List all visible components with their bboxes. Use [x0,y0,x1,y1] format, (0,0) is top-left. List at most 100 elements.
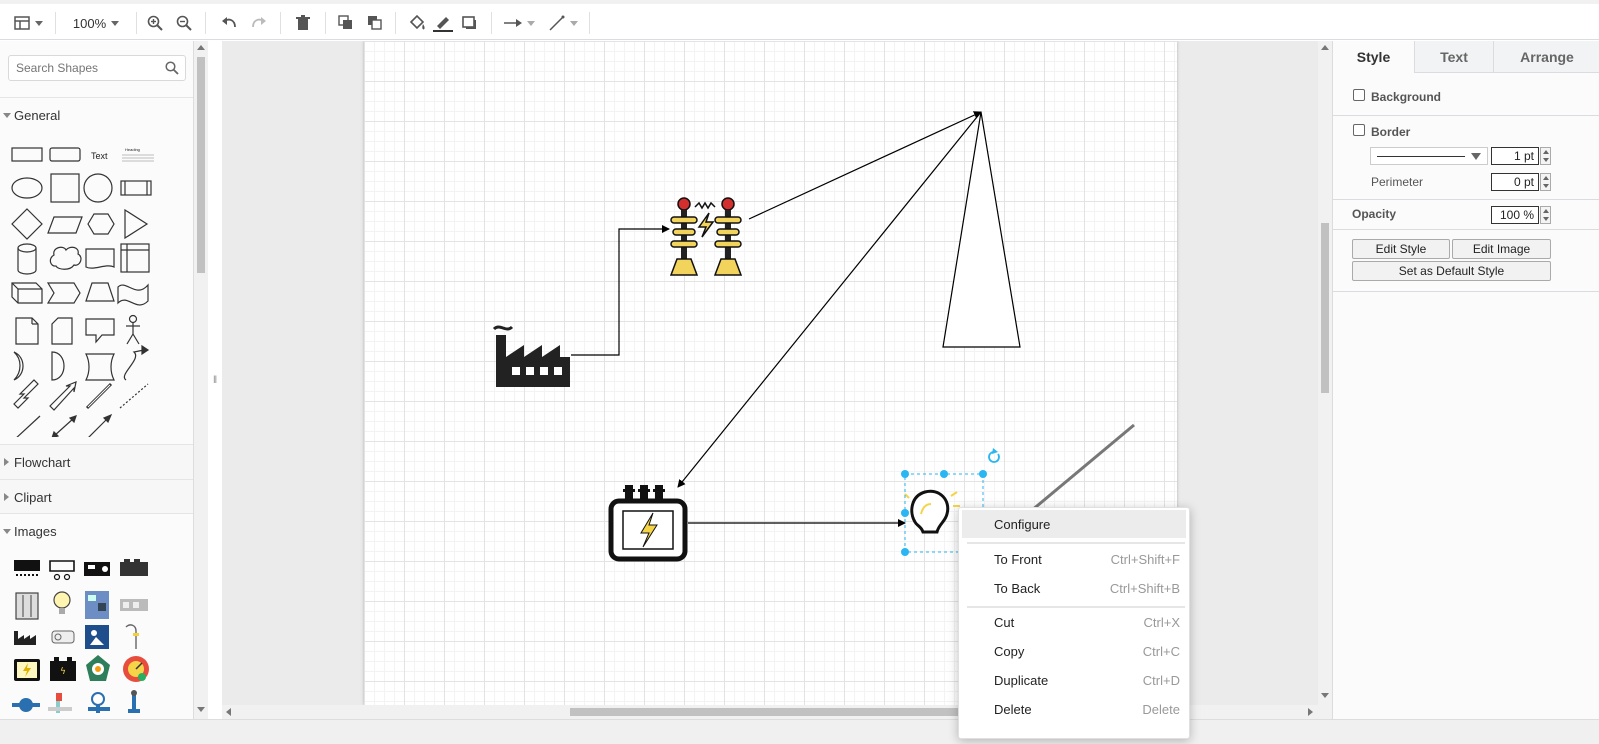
menu-item-shortcut: Ctrl+X [1143,614,1180,630]
opacity-input[interactable]: 100 % [1491,206,1539,224]
zoom-out-button[interactable] [175,10,193,36]
line-pattern-select[interactable] [1370,147,1488,165]
menu-item-shortcut: Ctrl+Shift+B [1109,580,1180,596]
connection-icon [503,19,522,27]
connector-factory-to-tower[interactable] [571,225,670,356]
vertical-scroll-thumb[interactable] [1321,223,1329,393]
border-width-input[interactable]: 1 pt [1491,147,1539,165]
border-width-stepper[interactable] [1540,147,1551,165]
menu-item-configure[interactable]: Configure [962,510,1186,538]
search-box [8,55,186,81]
undo-icon [222,17,236,28]
scroll-down-icon[interactable] [197,707,205,712]
section-flowchart-label: Flowchart [14,454,71,470]
scroll-up-icon[interactable] [1321,45,1329,50]
section-flowchart[interactable]: Flowchart [0,444,193,479]
menu-item-copy[interactable]: Copy Ctrl+C [962,637,1186,665]
background-checkbox[interactable] [1353,89,1365,101]
format-panel-toggle[interactable] [10,10,46,36]
menu-item-cut[interactable]: Cut Ctrl+X [962,608,1186,636]
expand-icon [3,113,11,118]
perimeter-input[interactable]: 0 pt [1491,173,1539,191]
vertical-scrollbar[interactable] [1318,41,1332,705]
menu-item-shortcut: Ctrl+C [1142,643,1180,659]
fill-color-button[interactable] [406,10,428,36]
scroll-left-icon[interactable] [226,708,231,716]
menu-item-label: Configure [994,516,1051,532]
light-bulb-icon[interactable] [904,489,960,534]
menu-item-shortcut: Delete [1142,701,1180,717]
border-checkbox[interactable] [1353,124,1365,136]
context-menu: Configure To Front Ctrl+Shift+F To Back … [958,507,1190,739]
horizontal-scroll-thumb[interactable] [570,708,970,716]
resize-handle [901,509,909,517]
toolbar: 100% [0,0,1599,40]
drag-handle-icon[interactable]: ‖ [213,375,217,386]
connection-style-button[interactable] [502,10,536,36]
tab-style[interactable]: Style [1333,41,1414,73]
background-label: Background [1371,90,1442,104]
menu-item-label: Cut [994,614,1015,630]
section-images[interactable]: Images [0,513,193,548]
to-back-button[interactable] [366,10,384,36]
menu-item-to-back[interactable]: To Back Ctrl+Shift+B [962,574,1186,602]
format-panel: Style Text Arrange Background Border 1 p… [1332,41,1599,719]
dragging-connector[interactable] [1024,423,1135,518]
opacity-stepper[interactable] [1540,206,1551,224]
shadow-icon [462,16,476,29]
menu-item-duplicate[interactable]: Duplicate Ctrl+D [962,666,1186,694]
search-input[interactable] [9,56,159,80]
perimeter-stepper[interactable] [1540,173,1551,191]
edit-image-button[interactable]: Edit Image [1452,239,1551,259]
waypoints-button[interactable] [546,10,580,36]
tab-arrange[interactable]: Arrange [1493,41,1599,73]
section-images-label: Images [14,523,57,539]
menu-item-delete[interactable]: Delete Delete [962,695,1186,723]
menu-item-to-front[interactable]: To Front Ctrl+Shift+F [962,545,1186,573]
menu-item-label: To Front [994,551,1042,567]
menu-item-label: Delete [994,701,1032,717]
section-general[interactable]: General [0,97,193,132]
resize-handle [901,470,909,478]
rotate-handle-icon[interactable] [988,448,1000,463]
search-icon[interactable] [165,61,179,78]
section-clipart[interactable]: Clipart [0,479,193,514]
expand-icon [3,529,11,534]
undo-button[interactable] [220,10,238,36]
set-default-style-button[interactable]: Set as Default Style [1352,261,1551,281]
scroll-up-icon[interactable] [197,45,205,50]
general-shapes[interactable]: Text Heading [8,137,178,437]
image-shapes[interactable]: ϟ [8,553,178,723]
triangle-shape[interactable] [942,111,1021,348]
scrollbar-corner [1318,705,1332,719]
shadow-button[interactable] [460,10,480,36]
connector-triangle-to-transformer[interactable] [677,111,982,488]
to-front-button[interactable] [337,10,355,36]
sidebar-resize-gutter[interactable]: ‖ [208,41,222,719]
edit-style-button[interactable]: Edit Style [1352,239,1450,259]
connector-tower-to-triangle[interactable] [748,111,982,220]
scroll-down-icon[interactable] [1321,693,1329,698]
scroll-right-icon[interactable] [1308,708,1313,716]
zoom-in-button[interactable] [146,10,164,36]
section-general-label: General [14,107,61,123]
waypoints-icon [548,15,564,31]
delete-icon [296,15,310,30]
resize-handle [901,548,909,556]
sidebar-scroll-thumb[interactable] [197,57,205,273]
factory-icon[interactable] [492,325,570,387]
bottom-bar [0,719,1599,744]
menu-item-label: Duplicate [994,672,1049,688]
zoom-out-icon [176,15,192,31]
text-shape-label: Text [91,151,108,161]
zoom-dropdown[interactable]: 100% [66,10,126,36]
power-tower-icon[interactable] [669,197,743,276]
menu-item-label: To Back [994,580,1041,596]
transformer-icon[interactable] [608,485,688,562]
delete-button[interactable] [294,10,312,36]
sidebar-scrollbar[interactable] [194,41,208,719]
line-color-button[interactable] [432,10,454,36]
tab-text[interactable]: Text [1414,41,1493,73]
opacity-label: Opacity [1352,207,1397,221]
redo-button[interactable] [250,10,268,36]
